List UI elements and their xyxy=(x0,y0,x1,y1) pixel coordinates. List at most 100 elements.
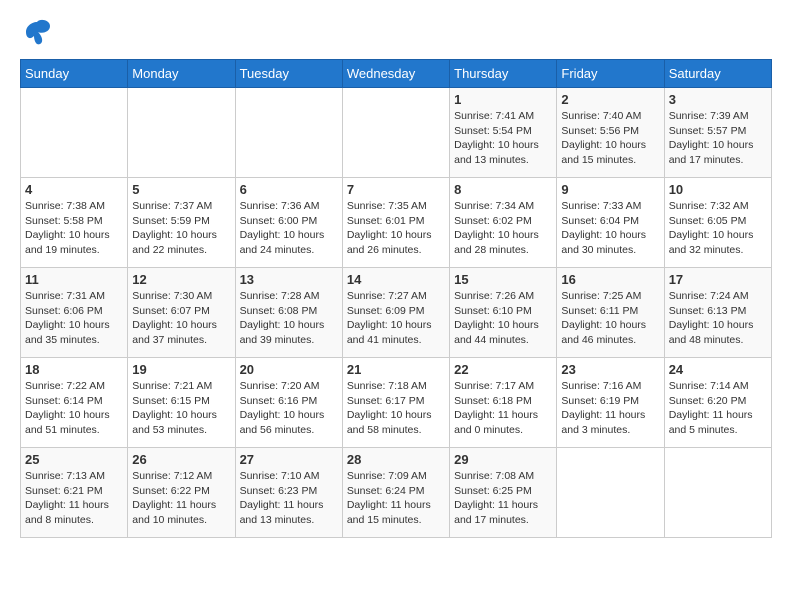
day-number: 8 xyxy=(454,182,552,197)
day-info: Sunrise: 7:30 AMSunset: 6:07 PMDaylight:… xyxy=(132,289,230,348)
day-number: 19 xyxy=(132,362,230,377)
calendar-cell: 20 Sunrise: 7:20 AMSunset: 6:16 PMDayligh… xyxy=(235,358,342,448)
day-info: Sunrise: 7:39 AMSunset: 5:57 PMDaylight:… xyxy=(669,109,767,168)
day-number: 6 xyxy=(240,182,338,197)
calendar-cell: 1 Sunrise: 7:41 AMSunset: 5:54 PMDaylight… xyxy=(450,88,557,178)
day-number: 2 xyxy=(561,92,659,107)
day-info: Sunrise: 7:12 AMSunset: 6:22 PMDaylight:… xyxy=(132,469,230,528)
calendar-cell: 6 Sunrise: 7:36 AMSunset: 6:00 PMDaylight… xyxy=(235,178,342,268)
day-number: 14 xyxy=(347,272,445,287)
day-info: Sunrise: 7:41 AMSunset: 5:54 PMDaylight:… xyxy=(454,109,552,168)
page-header xyxy=(20,20,772,49)
week-row-2: 4 Sunrise: 7:38 AMSunset: 5:58 PMDaylight… xyxy=(21,178,772,268)
day-number: 13 xyxy=(240,272,338,287)
day-info: Sunrise: 7:22 AMSunset: 6:14 PMDaylight:… xyxy=(25,379,123,438)
day-info: Sunrise: 7:35 AMSunset: 6:01 PMDaylight:… xyxy=(347,199,445,258)
day-info: Sunrise: 7:16 AMSunset: 6:19 PMDaylight:… xyxy=(561,379,659,438)
calendar-table: SundayMondayTuesdayWednesdayThursdayFrid… xyxy=(20,59,772,538)
day-info: Sunrise: 7:25 AMSunset: 6:11 PMDaylight:… xyxy=(561,289,659,348)
day-number: 11 xyxy=(25,272,123,287)
calendar-cell: 3 Sunrise: 7:39 AMSunset: 5:57 PMDaylight… xyxy=(664,88,771,178)
day-info: Sunrise: 7:37 AMSunset: 5:59 PMDaylight:… xyxy=(132,199,230,258)
calendar-cell: 27 Sunrise: 7:10 AMSunset: 6:23 PMDayligh… xyxy=(235,448,342,538)
calendar-cell: 22Sunrise: 7:17 AMSunset: 6:18 PMDayligh… xyxy=(450,358,557,448)
calendar-cell: 29 Sunrise: 7:08 AMSunset: 6:25 PMDayligh… xyxy=(450,448,557,538)
day-headers-row: SundayMondayTuesdayWednesdayThursdayFrid… xyxy=(21,60,772,88)
day-number: 4 xyxy=(25,182,123,197)
day-info: Sunrise: 7:38 AMSunset: 5:58 PMDaylight:… xyxy=(25,199,123,258)
week-row-5: 25Sunrise: 7:13 AMSunset: 6:21 PMDayligh… xyxy=(21,448,772,538)
column-header-friday: Friday xyxy=(557,60,664,88)
day-number: 9 xyxy=(561,182,659,197)
day-number: 28 xyxy=(347,452,445,467)
calendar-cell: 2 Sunrise: 7:40 AMSunset: 5:56 PMDaylight… xyxy=(557,88,664,178)
calendar-cell: 23 Sunrise: 7:16 AMSunset: 6:19 PMDayligh… xyxy=(557,358,664,448)
calendar-cell: 24 Sunrise: 7:14 AMSunset: 6:20 PMDayligh… xyxy=(664,358,771,448)
calendar-cell: 7 Sunrise: 7:35 AMSunset: 6:01 PMDaylight… xyxy=(342,178,449,268)
day-number: 24 xyxy=(669,362,767,377)
logo xyxy=(20,20,52,49)
day-number: 23 xyxy=(561,362,659,377)
day-info: Sunrise: 7:33 AMSunset: 6:04 PMDaylight:… xyxy=(561,199,659,258)
calendar-cell: 18 Sunrise: 7:22 AMSunset: 6:14 PMDayligh… xyxy=(21,358,128,448)
calendar-cell xyxy=(128,88,235,178)
calendar-cell: 15 Sunrise: 7:26 AMSunset: 6:10 PMDayligh… xyxy=(450,268,557,358)
calendar-cell: 16Sunrise: 7:25 AMSunset: 6:11 PMDayligh… xyxy=(557,268,664,358)
calendar-cell: 11 Sunrise: 7:31 AMSunset: 6:06 PMDayligh… xyxy=(21,268,128,358)
column-header-sunday: Sunday xyxy=(21,60,128,88)
calendar-cell: 13 Sunrise: 7:28 AMSunset: 6:08 PMDayligh… xyxy=(235,268,342,358)
day-number: 22 xyxy=(454,362,552,377)
calendar-cell: 10Sunrise: 7:32 AMSunset: 6:05 PMDayligh… xyxy=(664,178,771,268)
calendar-cell: 14 Sunrise: 7:27 AMSunset: 6:09 PMDayligh… xyxy=(342,268,449,358)
calendar-cell: 4 Sunrise: 7:38 AMSunset: 5:58 PMDaylight… xyxy=(21,178,128,268)
calendar-cell: 5 Sunrise: 7:37 AMSunset: 5:59 PMDaylight… xyxy=(128,178,235,268)
day-info: Sunrise: 7:34 AMSunset: 6:02 PMDaylight:… xyxy=(454,199,552,258)
day-number: 26 xyxy=(132,452,230,467)
week-row-4: 18 Sunrise: 7:22 AMSunset: 6:14 PMDayligh… xyxy=(21,358,772,448)
day-info: Sunrise: 7:28 AMSunset: 6:08 PMDaylight:… xyxy=(240,289,338,348)
calendar-cell xyxy=(557,448,664,538)
day-info: Sunrise: 7:32 AMSunset: 6:05 PMDaylight:… xyxy=(669,199,767,258)
calendar-cell: 21Sunrise: 7:18 AMSunset: 6:17 PMDayligh… xyxy=(342,358,449,448)
day-info: Sunrise: 7:20 AMSunset: 6:16 PMDaylight:… xyxy=(240,379,338,438)
day-info: Sunrise: 7:14 AMSunset: 6:20 PMDaylight:… xyxy=(669,379,767,438)
calendar-cell xyxy=(21,88,128,178)
day-info: Sunrise: 7:09 AMSunset: 6:24 PMDaylight:… xyxy=(347,469,445,528)
calendar-cell: 19 Sunrise: 7:21 AMSunset: 6:15 PMDayligh… xyxy=(128,358,235,448)
day-info: Sunrise: 7:36 AMSunset: 6:00 PMDaylight:… xyxy=(240,199,338,258)
day-info: Sunrise: 7:26 AMSunset: 6:10 PMDaylight:… xyxy=(454,289,552,348)
column-header-monday: Monday xyxy=(128,60,235,88)
column-header-saturday: Saturday xyxy=(664,60,771,88)
day-number: 3 xyxy=(669,92,767,107)
calendar-cell: 28 Sunrise: 7:09 AMSunset: 6:24 PMDayligh… xyxy=(342,448,449,538)
day-number: 20 xyxy=(240,362,338,377)
day-number: 27 xyxy=(240,452,338,467)
calendar-cell: 26 Sunrise: 7:12 AMSunset: 6:22 PMDayligh… xyxy=(128,448,235,538)
day-number: 29 xyxy=(454,452,552,467)
column-header-thursday: Thursday xyxy=(450,60,557,88)
day-number: 25 xyxy=(25,452,123,467)
day-info: Sunrise: 7:24 AMSunset: 6:13 PMDaylight:… xyxy=(669,289,767,348)
calendar-cell: 17Sunrise: 7:24 AMSunset: 6:13 PMDayligh… xyxy=(664,268,771,358)
day-number: 21 xyxy=(347,362,445,377)
day-number: 5 xyxy=(132,182,230,197)
day-info: Sunrise: 7:21 AMSunset: 6:15 PMDaylight:… xyxy=(132,379,230,438)
logo-bird-icon xyxy=(22,18,52,51)
day-number: 18 xyxy=(25,362,123,377)
calendar-cell: 8 Sunrise: 7:34 AMSunset: 6:02 PMDaylight… xyxy=(450,178,557,268)
calendar-cell: 12 Sunrise: 7:30 AMSunset: 6:07 PMDayligh… xyxy=(128,268,235,358)
day-number: 12 xyxy=(132,272,230,287)
day-number: 1 xyxy=(454,92,552,107)
column-header-tuesday: Tuesday xyxy=(235,60,342,88)
day-info: Sunrise: 7:31 AMSunset: 6:06 PMDaylight:… xyxy=(25,289,123,348)
day-info: Sunrise: 7:08 AMSunset: 6:25 PMDaylight:… xyxy=(454,469,552,528)
day-info: Sunrise: 7:40 AMSunset: 5:56 PMDaylight:… xyxy=(561,109,659,168)
day-number: 15 xyxy=(454,272,552,287)
day-info: Sunrise: 7:10 AMSunset: 6:23 PMDaylight:… xyxy=(240,469,338,528)
column-header-wednesday: Wednesday xyxy=(342,60,449,88)
calendar-cell xyxy=(235,88,342,178)
calendar-cell: 25Sunrise: 7:13 AMSunset: 6:21 PMDayligh… xyxy=(21,448,128,538)
day-number: 7 xyxy=(347,182,445,197)
week-row-3: 11 Sunrise: 7:31 AMSunset: 6:06 PMDayligh… xyxy=(21,268,772,358)
day-info: Sunrise: 7:27 AMSunset: 6:09 PMDaylight:… xyxy=(347,289,445,348)
